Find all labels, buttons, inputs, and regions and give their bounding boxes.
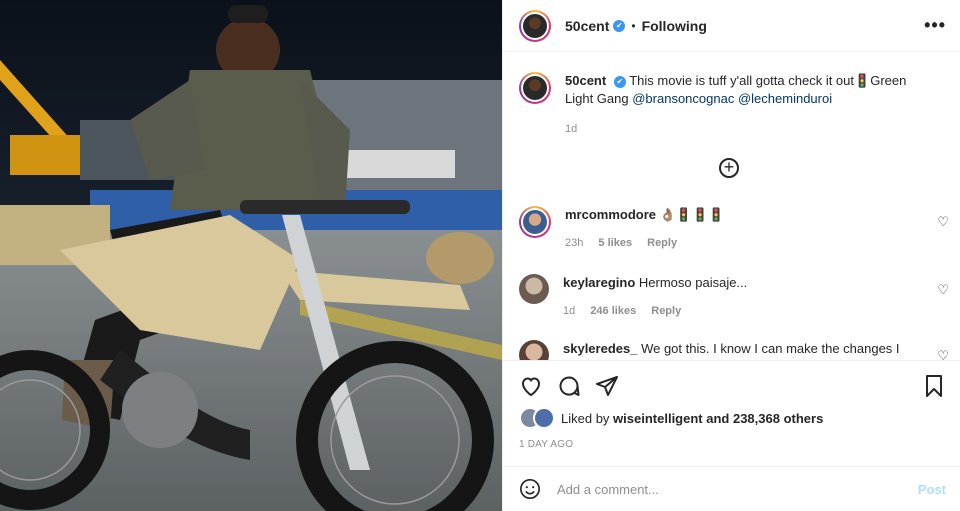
post-details-panel: 50cent ✔ • Following ••• 50cent ✔ This m… bbox=[502, 0, 960, 511]
comment-item: mrcommodore 👌🏽🚦🚦🚦 23h 5 likes Reply ♡ bbox=[519, 206, 949, 252]
caption-text: 50cent ✔ This movie is tuff y'all gotta … bbox=[565, 72, 935, 138]
post-actions-section: Liked by wiseintelligent and 238,368 oth… bbox=[503, 360, 960, 511]
caption-verified-icon: ✔ bbox=[613, 75, 626, 88]
mention-link[interactable]: @lecheminduroi bbox=[738, 91, 832, 106]
author-username[interactable]: 50cent bbox=[565, 18, 609, 34]
emoji-smiley-icon[interactable] bbox=[519, 478, 541, 500]
likes-summary: Liked by wiseintelligent and 238,368 oth… bbox=[503, 399, 960, 429]
caption-body: This movie is tuff y'all gotta check it … bbox=[629, 73, 855, 88]
post-date[interactable]: 1 DAY AGO bbox=[503, 429, 960, 450]
like-heart-icon[interactable] bbox=[519, 374, 543, 398]
comment-like-heart-icon[interactable]: ♡ bbox=[937, 348, 949, 360]
post-photo[interactable] bbox=[0, 0, 502, 511]
commenter-username[interactable]: skyleredes_ bbox=[563, 341, 637, 356]
comment-item: skyleredes_ We got this. I know I can ma… bbox=[519, 340, 949, 360]
header-separator: • bbox=[631, 18, 636, 33]
comments-scroll-area[interactable]: 50cent ✔ This movie is tuff y'all gotta … bbox=[503, 52, 960, 360]
traffic-light-emoji: 🚦 bbox=[854, 73, 871, 88]
share-plane-icon[interactable] bbox=[595, 374, 619, 398]
load-more-comments-icon[interactable]: + bbox=[719, 158, 739, 178]
comment-likes[interactable]: 5 likes bbox=[598, 237, 632, 249]
reply-button[interactable]: Reply bbox=[651, 305, 681, 317]
likes-others-count[interactable]: and 238,368 others bbox=[703, 411, 823, 426]
likes-prefix: Liked by bbox=[561, 410, 614, 426]
commenter-username[interactable]: mrcommodore bbox=[565, 207, 656, 222]
photo-illustration bbox=[0, 0, 502, 511]
comment-bubble-icon[interactable] bbox=[557, 374, 581, 398]
comment-time[interactable]: 1d bbox=[563, 305, 575, 317]
action-bar bbox=[503, 361, 960, 399]
post-caption: 50cent ✔ This movie is tuff y'all gotta … bbox=[503, 52, 960, 138]
instagram-post-modal: 50cent ✔ • Following ••• 50cent ✔ This m… bbox=[0, 0, 960, 511]
caption-timestamp[interactable]: 1d bbox=[565, 120, 935, 138]
reply-button[interactable]: Reply bbox=[647, 237, 677, 249]
mention-link[interactable]: @bransoncognac bbox=[632, 91, 734, 106]
verified-badge-icon: ✔ bbox=[613, 19, 626, 32]
commenter-avatar[interactable] bbox=[519, 206, 551, 238]
save-bookmark-icon[interactable] bbox=[922, 374, 946, 398]
comment-input[interactable] bbox=[555, 480, 899, 498]
comment-time[interactable]: 23h bbox=[565, 237, 583, 249]
caption-avatar[interactable] bbox=[519, 72, 551, 104]
author-avatar[interactable] bbox=[519, 9, 551, 42]
add-comment-bar: Post bbox=[503, 466, 960, 511]
caption-username[interactable]: 50cent bbox=[565, 73, 606, 88]
comment-like-heart-icon[interactable]: ♡ bbox=[937, 214, 949, 230]
liker-avatar[interactable] bbox=[533, 407, 555, 429]
post-comment-button[interactable]: Post bbox=[918, 482, 946, 497]
following-button[interactable]: Following bbox=[642, 18, 707, 34]
commenter-avatar[interactable] bbox=[519, 274, 549, 304]
commenter-avatar[interactable] bbox=[519, 340, 549, 360]
commenter-username[interactable]: keylaregino bbox=[563, 275, 635, 290]
liker-username[interactable]: wiseintelligent bbox=[613, 411, 703, 426]
comment-likes[interactable]: 246 likes bbox=[590, 305, 636, 317]
more-options-icon[interactable]: ••• bbox=[924, 15, 946, 36]
comment-item: keylaregino Hermoso paisaje... 1d 246 li… bbox=[519, 274, 949, 320]
comment-text: 👌🏽🚦🚦🚦 bbox=[659, 207, 725, 222]
comment-text: Hermoso paisaje... bbox=[638, 275, 748, 290]
post-header: 50cent ✔ • Following ••• bbox=[503, 0, 960, 52]
comment-like-heart-icon[interactable]: ♡ bbox=[937, 282, 949, 298]
